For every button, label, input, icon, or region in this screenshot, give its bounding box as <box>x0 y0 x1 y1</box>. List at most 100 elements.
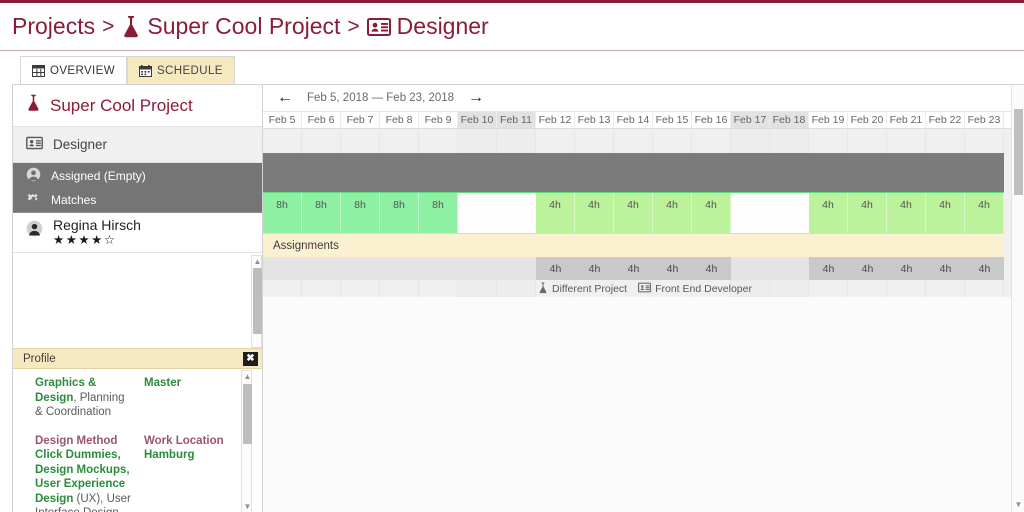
assignment-cell[interactable]: 4h <box>536 257 575 280</box>
next-period-button[interactable]: → <box>468 90 484 106</box>
availability-cell[interactable]: 8h <box>419 193 458 233</box>
sidebar-role-row[interactable]: Designer <box>13 127 262 163</box>
assignment-cell[interactable]: 4h <box>809 257 848 280</box>
scroll-down-icon[interactable]: ▼ <box>1012 499 1024 511</box>
profile-degree-value: Master <box>144 377 182 389</box>
availability-cell[interactable]: 8h <box>302 193 341 233</box>
unavailable-band <box>263 153 1004 192</box>
tab-bar: OVERVIEW SCHEDULE <box>20 54 235 84</box>
sidebar-group-matches-label: Matches <box>51 193 97 207</box>
date-header-cell: Feb 23 <box>965 112 1004 128</box>
scroll-down-icon[interactable]: ▼ <box>242 501 253 512</box>
availability-cell[interactable]: 4h <box>809 193 848 233</box>
availability-gap-cell <box>497 193 536 233</box>
assignment-strip: 4h 4h 4h 4h 4h 4h 4h 4h 4h 4h <box>263 257 1004 280</box>
sidebar-project-row[interactable]: Super Cool Project <box>13 85 262 127</box>
availability-cell[interactable]: 4h <box>575 193 614 233</box>
calendar-icon <box>138 64 152 77</box>
scroll-up-icon[interactable]: ▲ <box>252 256 263 267</box>
assignment-cell[interactable]: 4h <box>653 257 692 280</box>
timeline-empty-area <box>263 297 1024 512</box>
date-header-row: Feb 5 Feb 6 Feb 7 Feb 8 Feb 9 Feb 10 Feb 11 Feb… <box>263 111 1024 129</box>
assignment-labels: Different Project Front End Developer <box>538 281 752 297</box>
assignment-label-text: Different Project <box>552 283 628 295</box>
date-header-cell: Feb 7 <box>341 112 380 128</box>
prev-period-button[interactable]: ← <box>277 90 293 106</box>
assignment-empty-cell <box>731 257 770 280</box>
timeline-body: 8h 8h 8h 8h 8h 4h 4h 4h 4h 4h 4h 4h 4h 4h 4h Assignmen… <box>263 129 1024 512</box>
id-card-icon <box>26 136 43 153</box>
assignment-empty-cell <box>341 257 380 280</box>
availability-cell[interactable]: 4h <box>926 193 965 233</box>
date-range-label: Feb 5, 2018 — Feb 23, 2018 <box>307 92 455 104</box>
breadcrumb: Projects > Super Cool Project > Designer <box>0 3 1024 51</box>
availability-cell[interactable]: 4h <box>965 193 1004 233</box>
sidebar-group-assigned[interactable]: Assigned (Empty) <box>13 163 262 188</box>
date-navigation: ← Feb 5, 2018 — Feb 23, 2018 → <box>263 85 1024 111</box>
breadcrumb-separator-1: > <box>102 14 115 38</box>
id-card-icon <box>366 17 391 37</box>
availability-cell[interactable]: 8h <box>263 193 302 233</box>
timeline-panel: ← Feb 5, 2018 — Feb 23, 2018 → Feb 5 Feb … <box>263 85 1024 512</box>
assignment-cell[interactable]: 4h <box>848 257 887 280</box>
assignments-label: Assignments <box>273 239 339 252</box>
tab-schedule-label: SCHEDULE <box>156 64 223 77</box>
breadcrumb-projects[interactable]: Projects <box>12 13 95 40</box>
timeline-vertical-scrollbar[interactable]: ▼ <box>1011 85 1024 512</box>
availability-cell[interactable]: 8h <box>380 193 419 233</box>
assignment-label[interactable]: Front End Developer <box>638 282 752 296</box>
schedule-frame: Super Cool Project Designer Assigned (Em… <box>12 84 1024 512</box>
availability-cell[interactable]: 4h <box>848 193 887 233</box>
scrollbar-thumb[interactable] <box>1014 109 1023 195</box>
profile-header: Profile ✖ <box>13 348 262 369</box>
profile-scrollbar[interactable]: ▲ ▼ <box>241 370 252 512</box>
assignment-label[interactable]: Different Project <box>538 282 627 297</box>
availability-gap-cell <box>731 193 770 233</box>
id-card-icon <box>638 282 652 296</box>
date-header-cell: Feb 18 <box>770 112 809 128</box>
breadcrumb-project[interactable]: Super Cool Project <box>147 13 340 40</box>
assignment-cell[interactable]: 4h <box>575 257 614 280</box>
scroll-up-icon[interactable]: ▲ <box>242 371 253 382</box>
availability-cell[interactable]: 4h <box>887 193 926 233</box>
profile-cat-design-method: Design Method <box>35 434 118 447</box>
assignment-empty-cell <box>302 257 341 280</box>
sidebar-project-label: Super Cool Project <box>50 95 193 115</box>
sidebar-group-assigned-label: Assigned (Empty) <box>51 168 146 183</box>
availability-cell[interactable]: 4h <box>614 193 653 233</box>
availability-bars: 8h 8h 8h 8h 8h 4h 4h 4h 4h 4h 4h 4h 4h 4h 4h <box>263 193 1004 233</box>
profile-entry-work-location: Work Location Hamburg <box>144 434 246 512</box>
assignment-cell[interactable]: 4h <box>926 257 965 280</box>
resource-list-scrollbar[interactable]: ▲ <box>251 255 262 348</box>
flask-icon <box>538 282 548 297</box>
availability-cell[interactable]: 8h <box>341 193 380 233</box>
date-header-cell: Feb 15 <box>653 112 692 128</box>
person-icon <box>26 220 43 240</box>
rating-stars: ★★★★☆ <box>53 233 117 247</box>
assignment-cell[interactable]: 4h <box>614 257 653 280</box>
breadcrumb-role[interactable]: Designer <box>397 13 489 40</box>
profile-entry-skills: Graphics & Design, Planning & Coordination <box>35 376 138 420</box>
scrollbar-thumb[interactable] <box>253 268 262 334</box>
assignment-empty-cell <box>380 257 419 280</box>
assignment-empty-cell <box>458 257 497 280</box>
flask-icon <box>26 94 41 117</box>
profile-body: Graphics & Design, Planning & Coordination… <box>13 370 262 512</box>
assignment-cell[interactable]: 4h <box>887 257 926 280</box>
sidebar-person-row[interactable]: Regina Hirsch ★★★★☆ <box>13 213 262 253</box>
availability-cell[interactable]: 4h <box>536 193 575 233</box>
availability-cell[interactable]: 4h <box>653 193 692 233</box>
assignment-empty-cell <box>419 257 458 280</box>
close-icon[interactable]: ✖ <box>243 351 258 366</box>
assignment-empty-cell <box>497 257 536 280</box>
tab-overview[interactable]: OVERVIEW <box>20 56 127 84</box>
assignment-cell[interactable]: 4h <box>965 257 1004 280</box>
tab-overview-label: OVERVIEW <box>50 64 115 77</box>
sidebar-group-matches[interactable]: Matches <box>13 188 262 213</box>
date-header-cell: Feb 20 <box>848 112 887 128</box>
date-header-cell: Feb 5 <box>263 112 302 128</box>
scrollbar-thumb[interactable] <box>243 384 252 444</box>
tab-schedule[interactable]: SCHEDULE <box>126 56 235 84</box>
availability-cell[interactable]: 4h <box>692 193 731 233</box>
assignment-cell[interactable]: 4h <box>692 257 731 280</box>
